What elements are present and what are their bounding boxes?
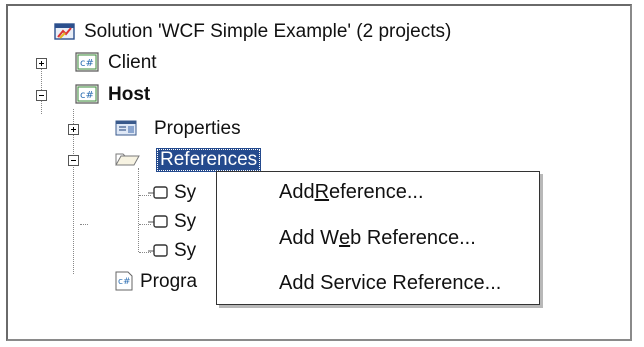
- add-reference-accelerator: R: [314, 180, 330, 203]
- tree-item-reference[interactable]: Sy: [148, 208, 196, 236]
- add-web-reference-text-after: b Reference...: [350, 226, 476, 249]
- svg-text:c#: c#: [80, 90, 94, 101]
- csharp-file-icon: c#: [112, 270, 136, 297]
- tree-line: [41, 64, 42, 114]
- add-web-reference-accelerator: e: [339, 226, 351, 249]
- tree-line: [138, 168, 139, 252]
- tree-line: [80, 224, 88, 225]
- add-service-reference-label: Add Service Reference...: [279, 271, 502, 294]
- collapse-references-button[interactable]: [68, 155, 79, 166]
- svg-text:c#: c#: [80, 58, 94, 69]
- host-label: Host: [108, 84, 151, 105]
- collapse-host-button[interactable]: [36, 90, 47, 101]
- tree-item-properties[interactable]: Properties: [114, 115, 241, 143]
- add-reference-menu-item[interactable]: Add Reference...: [279, 175, 424, 209]
- add-web-reference-menu-item[interactable]: Add Web Reference...: [279, 221, 476, 255]
- assembly-reference-icon: [148, 242, 172, 265]
- tree-item-reference[interactable]: Sy: [148, 237, 196, 265]
- tree-item-program[interactable]: c# Progra: [112, 268, 197, 296]
- solution-label: Solution 'WCF Simple Example' (2 project…: [84, 21, 452, 42]
- tree-item-solution[interactable]: Solution 'WCF Simple Example' (2 project…: [54, 18, 451, 46]
- folder-icon: [114, 148, 142, 175]
- reference-item-label: Sy: [174, 182, 197, 203]
- context-menu: Add Reference... Add Web Reference... Ad…: [216, 171, 540, 305]
- assembly-reference-icon: [148, 184, 172, 207]
- add-web-reference-text-before: Add W: [279, 226, 340, 249]
- properties-icon: [114, 118, 140, 143]
- references-label: References: [156, 148, 262, 172]
- reference-item-label: Sy: [174, 240, 197, 261]
- program-label: Progra: [140, 271, 198, 292]
- svg-text:c#: c#: [118, 277, 131, 287]
- tree-item-reference[interactable]: Sy: [148, 179, 196, 207]
- tree-item-references[interactable]: References: [114, 146, 262, 175]
- csharp-project-icon: c#: [74, 50, 100, 79]
- expand-properties-button[interactable]: [68, 124, 79, 135]
- add-service-reference-menu-item[interactable]: Add Service Reference...: [279, 266, 501, 300]
- reference-item-label: Sy: [174, 211, 197, 232]
- solution-icon: [54, 20, 76, 47]
- tree-item-host[interactable]: c# Host: [74, 81, 150, 109]
- add-reference-text-after: eference...: [329, 180, 424, 203]
- csharp-project-icon: c#: [74, 82, 100, 111]
- tree-item-client[interactable]: c# Client: [74, 49, 157, 77]
- assembly-reference-icon: [148, 213, 172, 236]
- properties-label: Properties: [154, 118, 241, 139]
- expand-client-button[interactable]: [36, 58, 47, 69]
- client-label: Client: [108, 52, 157, 73]
- add-reference-text-before: Add: [279, 180, 315, 203]
